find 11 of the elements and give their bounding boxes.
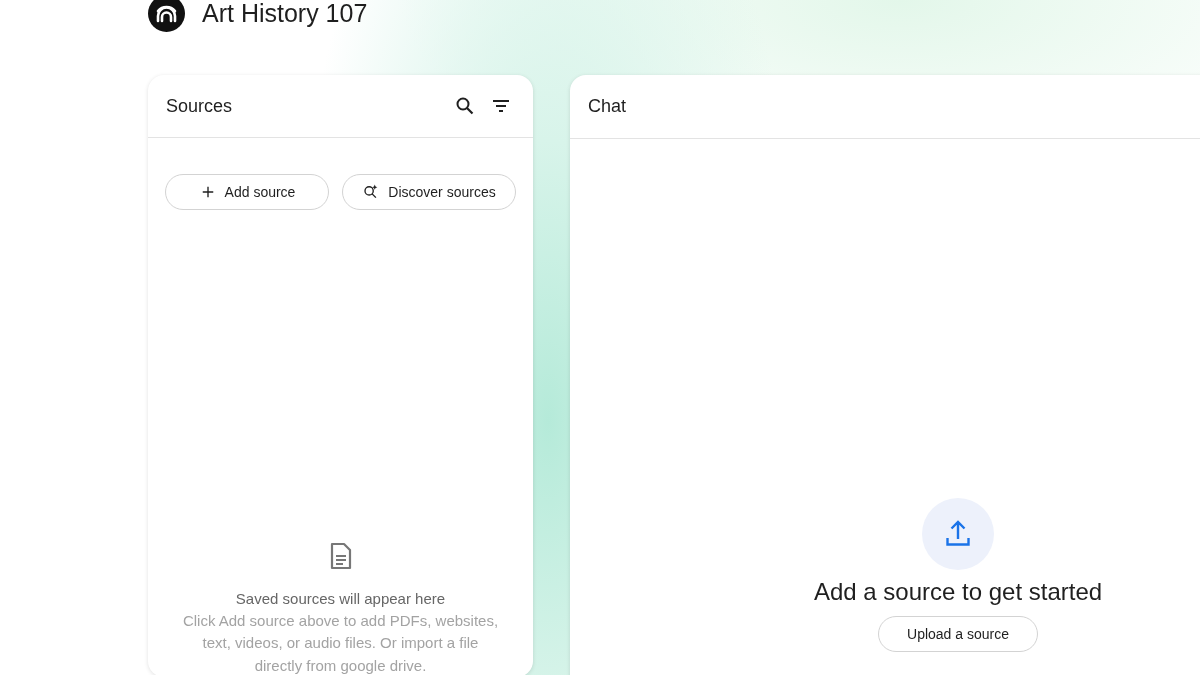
panel-title: Sources xyxy=(166,95,234,117)
add-source-button[interactable]: Add source xyxy=(165,174,329,210)
empty-chat-prompt: Add a source to get started xyxy=(813,578,1103,606)
empty-state-heading: Saved sources will appear here xyxy=(235,588,446,609)
notebook-title: Art History 107 xyxy=(202,0,368,28)
logo-icon[interactable] xyxy=(148,0,185,32)
empty-state-text: Click Add source above to add PDFs, websites, text, videos, or audio files. Or import a file directly from google drive. xyxy=(181,610,500,675)
upload-icon xyxy=(922,498,994,570)
panel-title: Chat xyxy=(588,96,627,117)
upload-source-button[interactable]: Upload a source xyxy=(878,616,1038,652)
discover-sources-button[interactable]: Discover sources xyxy=(342,174,516,210)
